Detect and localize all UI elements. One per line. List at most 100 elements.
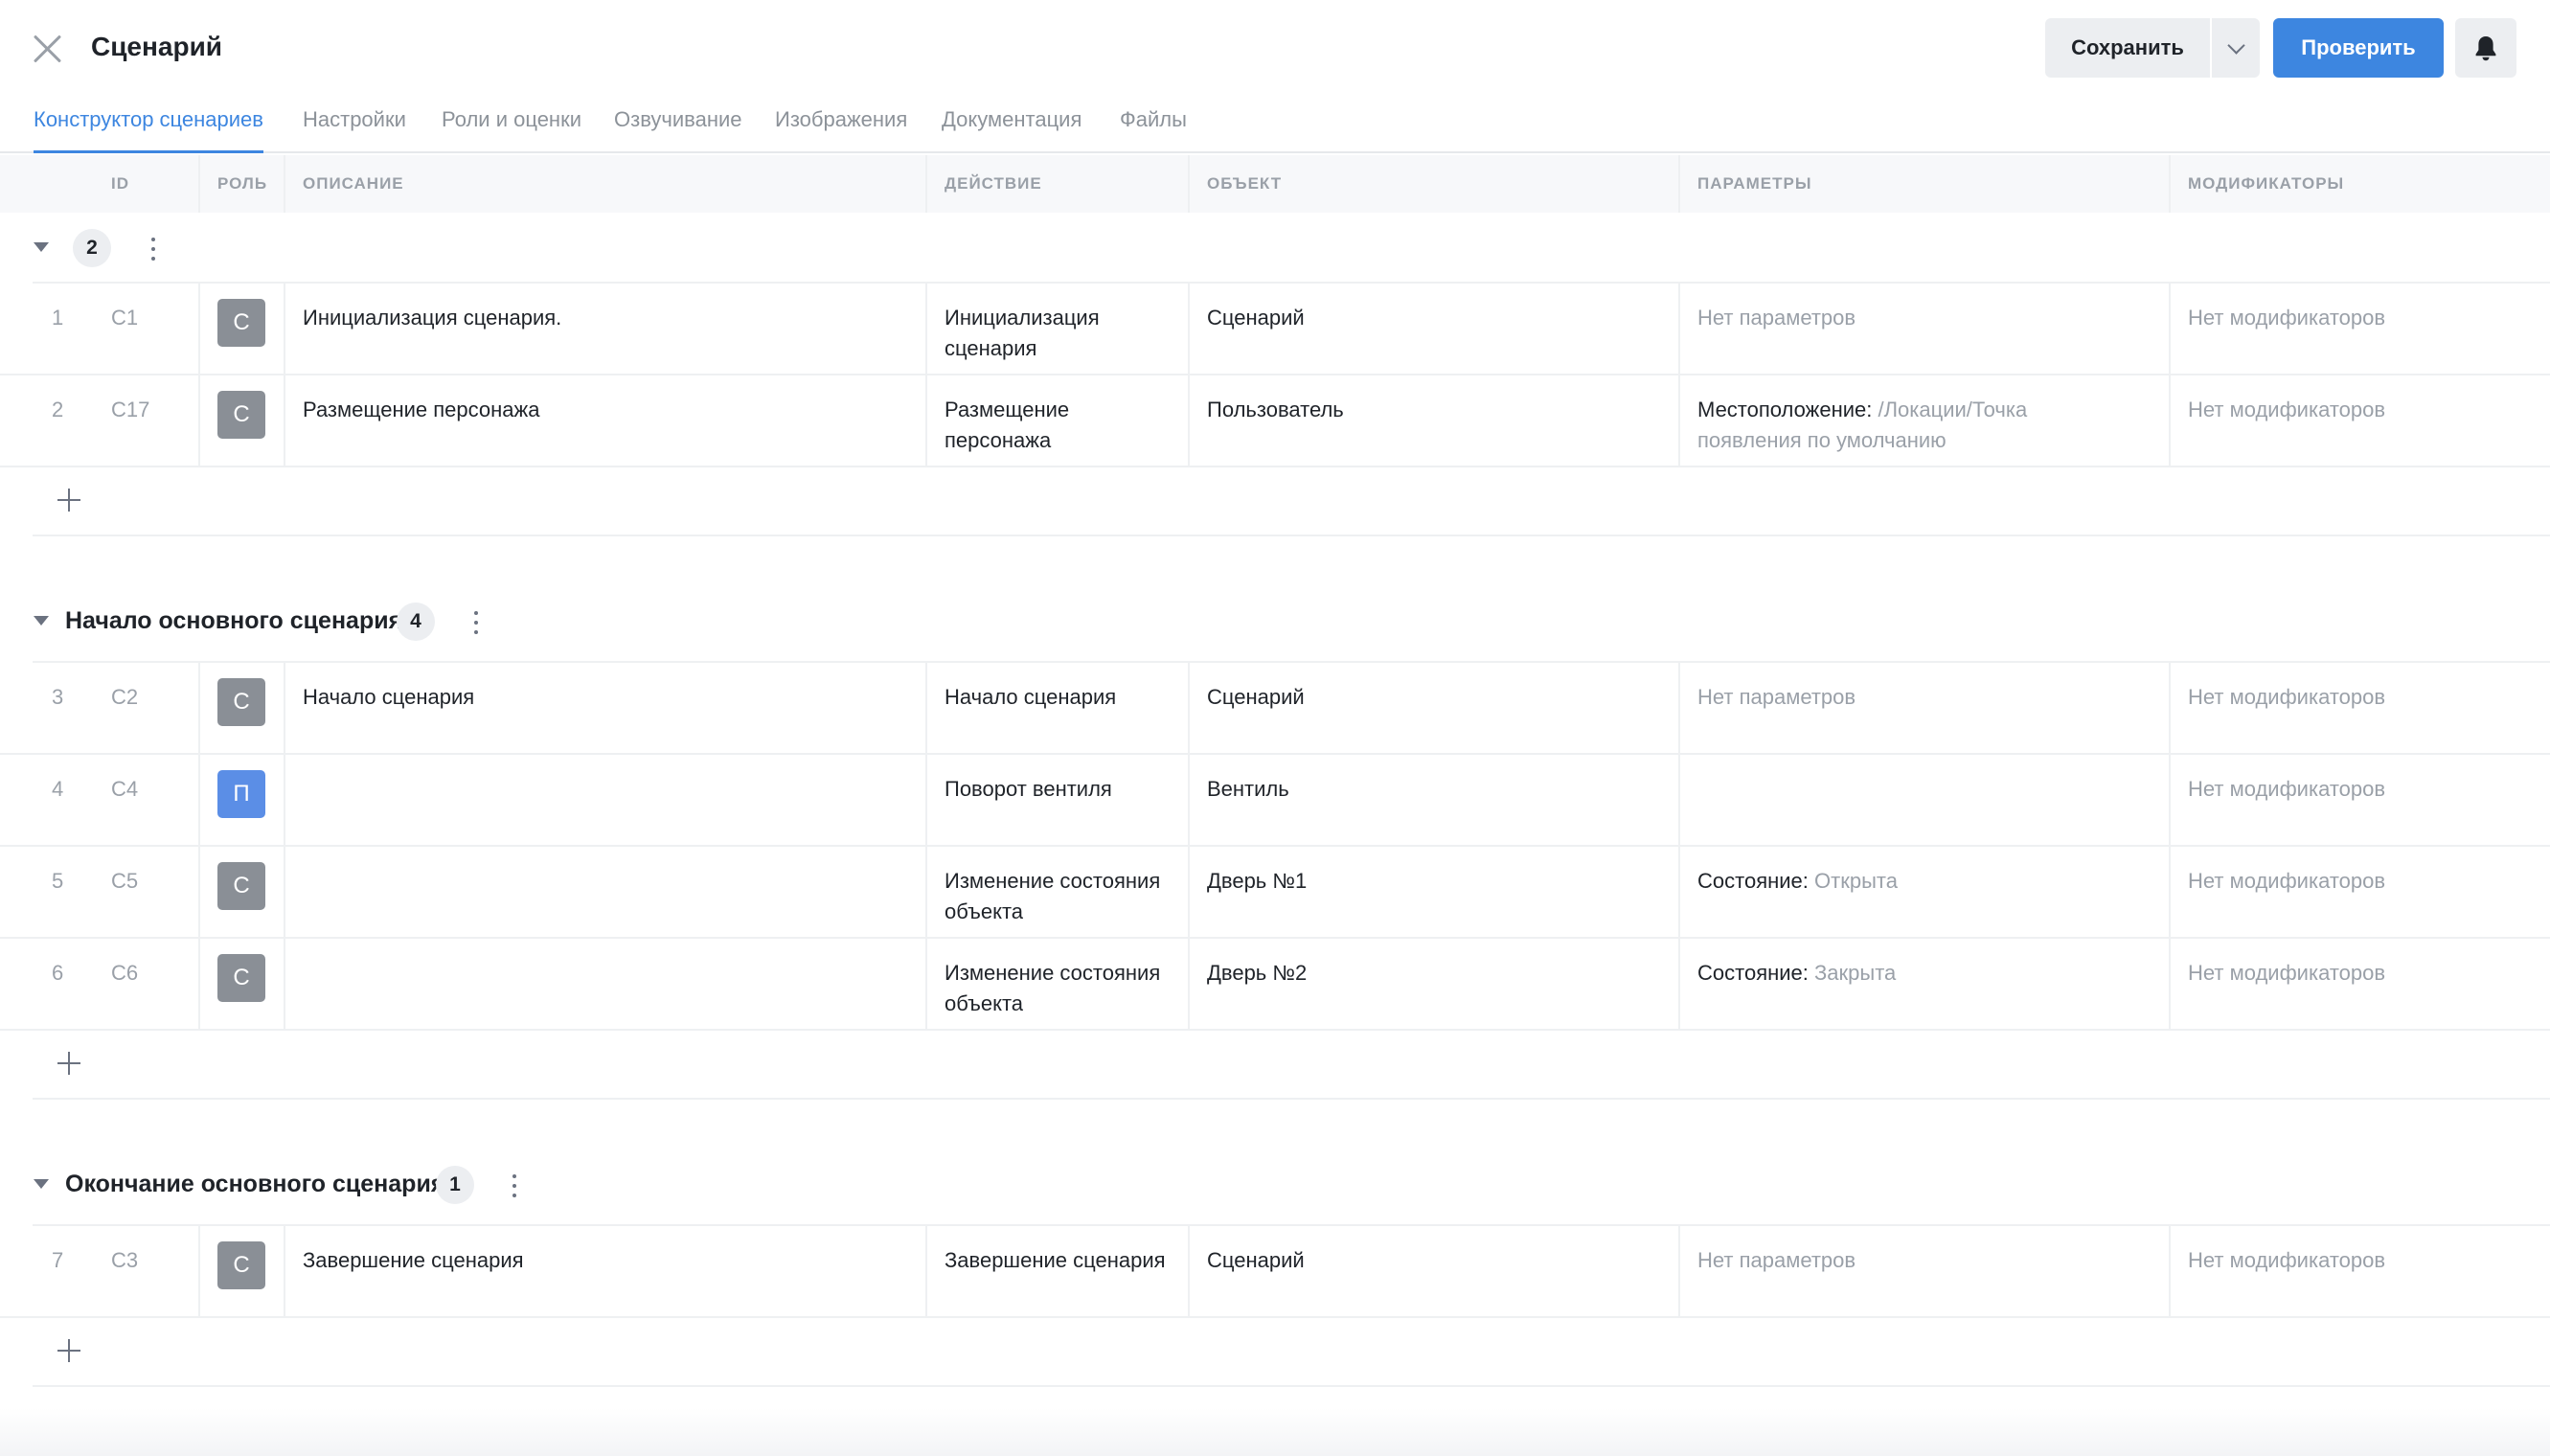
row-number: 6 — [52, 961, 64, 985]
tab-voiceover[interactable]: Озвучивание — [614, 107, 742, 153]
row-action[interactable]: Изменение состояния объекта — [945, 866, 1160, 927]
column-divider — [925, 284, 927, 467]
row-modifiers[interactable]: Нет модификаторов — [2188, 395, 2385, 425]
column-action[interactable]: ДЕЙСТВИЕ — [945, 174, 1042, 193]
column-divider — [198, 663, 200, 1031]
column-divider — [198, 155, 200, 213]
add-row-plus-icon[interactable] — [57, 489, 80, 512]
group-title[interactable]: Начало основного сценария — [65, 607, 402, 635]
column-divider — [2169, 663, 2171, 1031]
collapse-caret-icon[interactable] — [34, 1179, 49, 1189]
role-badge: П — [217, 770, 265, 818]
collapse-caret-icon[interactable] — [34, 242, 49, 252]
column-parameters[interactable]: ПАРАМЕТРЫ — [1697, 174, 1811, 193]
add-row-plus-icon[interactable] — [57, 1339, 80, 1362]
group-header: 2 — [0, 213, 2550, 282]
table-row[interactable]: 1 C1 С Инициализация сценария. Инициализ… — [0, 284, 2550, 375]
column-divider — [925, 155, 927, 213]
page-title: Сценарий — [91, 32, 223, 61]
collapse-caret-icon[interactable] — [34, 616, 49, 626]
row-object[interactable]: Дверь №1 — [1207, 866, 1307, 897]
save-dropdown-button[interactable] — [2212, 18, 2260, 78]
column-divider — [1678, 155, 1680, 213]
column-divider — [1678, 663, 1680, 1031]
row-parameters[interactable]: Состояние: Закрыта — [1697, 958, 1896, 989]
row-modifiers[interactable]: Нет модификаторов — [2188, 958, 2385, 989]
column-id[interactable]: ID — [111, 174, 129, 193]
tab-documentation[interactable]: Документация — [942, 107, 1081, 153]
table-row[interactable]: 5 C5 С Изменение состояния объекта Дверь … — [0, 847, 2550, 939]
close-icon[interactable] — [29, 31, 65, 67]
row-object[interactable]: Сценарий — [1207, 1245, 1305, 1276]
row-number: 2 — [52, 398, 64, 421]
row-id: C4 — [111, 777, 139, 801]
column-divider — [284, 155, 285, 213]
row-modifiers[interactable]: Нет модификаторов — [2188, 866, 2385, 897]
row-parameters[interactable]: Нет параметров — [1697, 303, 1856, 333]
tab-files[interactable]: Файлы — [1120, 107, 1187, 153]
row-modifiers[interactable]: Нет модификаторов — [2188, 303, 2385, 333]
table-row[interactable]: 4 C4 П Поворот вентиля Вентиль Нет модиф… — [0, 755, 2550, 847]
add-row — [33, 1318, 2550, 1387]
row-description[interactable]: Размещение персонажа — [303, 395, 539, 425]
tab-settings[interactable]: Настройки — [303, 107, 406, 153]
save-button-group: Сохранить — [2045, 18, 2260, 78]
row-description[interactable]: Завершение сценария — [303, 1245, 524, 1276]
role-badge: С — [217, 678, 265, 726]
column-divider — [284, 1226, 285, 1318]
column-object[interactable]: ОБЪЕКТ — [1207, 174, 1282, 193]
row-parameters[interactable]: Состояние: Открыта — [1697, 866, 1898, 897]
row-number: 4 — [52, 777, 64, 801]
tab-constructor[interactable]: Конструктор сценариев — [34, 107, 263, 153]
row-object[interactable]: Сценарий — [1207, 682, 1305, 713]
row-action[interactable]: Инициализация сценария — [945, 303, 1100, 364]
table-row[interactable]: 2 C17 С Размещение персонажа Размещение п… — [0, 375, 2550, 467]
role-badge: С — [217, 1241, 265, 1289]
row-object[interactable]: Пользователь — [1207, 395, 1344, 425]
row-modifiers[interactable]: Нет модификаторов — [2188, 682, 2385, 713]
row-parameters[interactable]: Нет параметров — [1697, 1245, 1856, 1276]
group-count-badge: 4 — [397, 603, 435, 641]
row-object[interactable]: Сценарий — [1207, 303, 1305, 333]
group-header: Начало основного сценария 4 — [0, 586, 2550, 655]
row-action[interactable]: Завершение сценария — [945, 1245, 1166, 1276]
row-action[interactable]: Начало сценария — [945, 682, 1116, 713]
more-vertical-icon[interactable] — [467, 607, 486, 638]
add-row-plus-icon[interactable] — [57, 1052, 80, 1075]
row-id: C2 — [111, 685, 139, 709]
row-object[interactable]: Вентиль — [1207, 774, 1289, 805]
check-button[interactable]: Проверить — [2273, 18, 2444, 78]
table-row[interactable]: 7 C3 С Завершение сценария Завершение сц… — [0, 1226, 2550, 1318]
row-object[interactable]: Дверь №2 — [1207, 958, 1307, 989]
more-vertical-icon[interactable] — [505, 1171, 524, 1201]
tab-images[interactable]: Изображения — [775, 107, 907, 153]
row-description[interactable]: Инициализация сценария. — [303, 303, 561, 333]
row-parameters[interactable]: Местоположение: /Локации/Точка появления … — [1697, 395, 2027, 456]
row-action[interactable]: Размещение персонажа — [945, 395, 1069, 456]
row-number: 7 — [52, 1248, 64, 1272]
group-title[interactable]: Окончание основного сценария — [65, 1171, 444, 1198]
row-description[interactable]: Начало сценария — [303, 682, 474, 713]
column-modifiers[interactable]: МОДИФИКАТОРЫ — [2188, 174, 2344, 193]
row-action[interactable]: Изменение состояния объекта — [945, 958, 1160, 1019]
more-vertical-icon[interactable] — [144, 234, 163, 264]
row-parameters[interactable]: Нет параметров — [1697, 682, 1856, 713]
notifications-button[interactable] — [2455, 18, 2516, 78]
column-role[interactable]: РОЛЬ — [217, 174, 267, 193]
bottom-shadow — [0, 1408, 2550, 1456]
column-divider — [925, 663, 927, 1031]
column-divider — [1188, 1226, 1190, 1318]
save-button[interactable]: Сохранить — [2045, 18, 2212, 78]
group-count-badge: 2 — [73, 229, 111, 267]
row-modifiers[interactable]: Нет модификаторов — [2188, 1245, 2385, 1276]
table-row[interactable]: 3 C2 С Начало сценария Начало сценария С… — [0, 663, 2550, 755]
tab-roles[interactable]: Роли и оценки — [442, 107, 581, 153]
role-badge: С — [217, 391, 265, 439]
table-row[interactable]: 6 C6 С Изменение состояния объекта Дверь … — [0, 939, 2550, 1031]
column-divider — [198, 1226, 200, 1318]
row-action[interactable]: Поворот вентиля — [945, 774, 1112, 805]
column-divider — [2169, 284, 2171, 467]
row-modifiers[interactable]: Нет модификаторов — [2188, 774, 2385, 805]
bell-icon — [2475, 36, 2496, 61]
column-description[interactable]: ОПИСАНИЕ — [303, 174, 404, 193]
